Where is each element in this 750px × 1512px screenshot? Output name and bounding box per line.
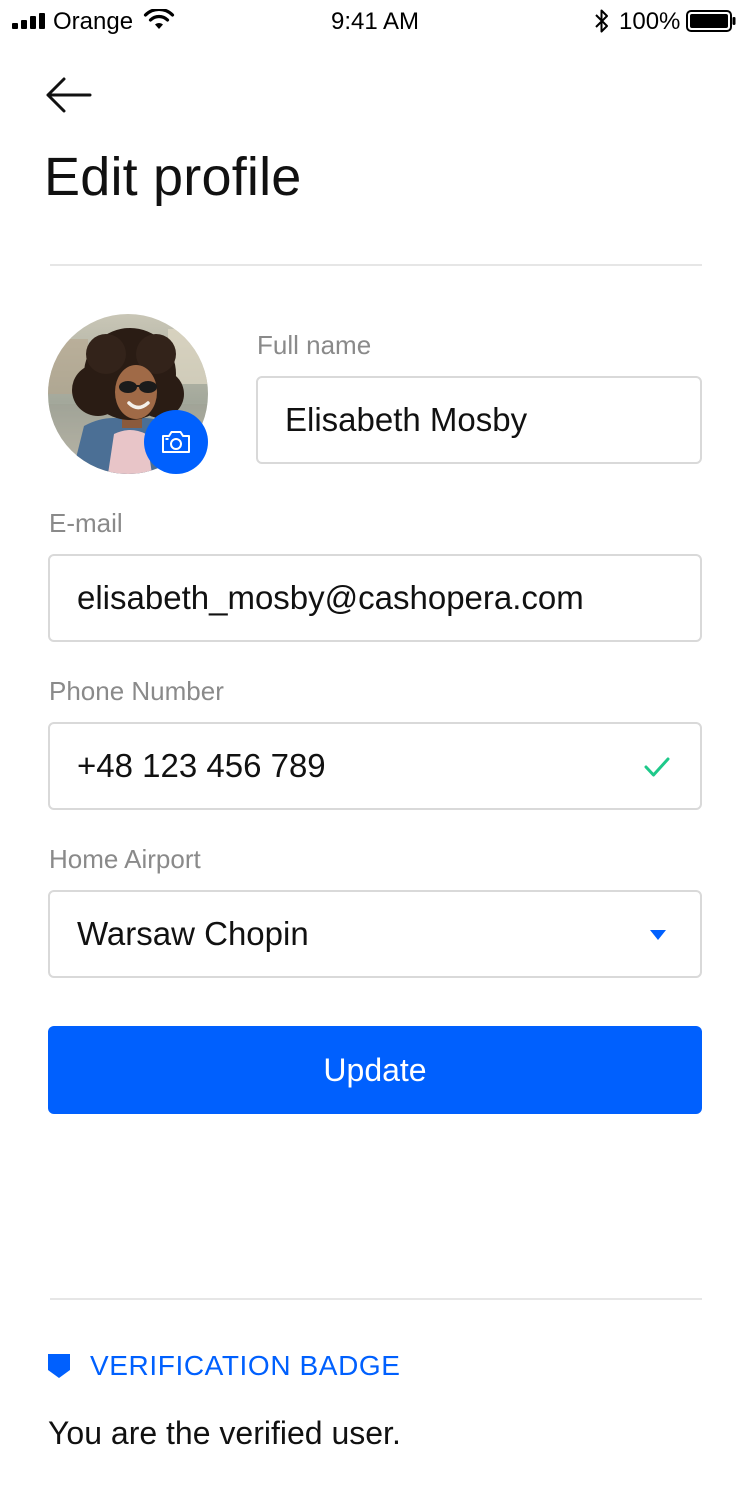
caret-down-icon [650, 930, 666, 940]
home-airport-select[interactable]: Warsaw Chopin [48, 890, 702, 978]
email-value: elisabeth_mosby@cashopera.com [77, 579, 584, 616]
change-photo-button[interactable] [144, 410, 208, 474]
status-bar: Orange 9:41 AM 100% [0, 0, 750, 42]
page-title: Edit profile [44, 147, 302, 207]
camera-icon [162, 431, 190, 453]
bluetooth-icon [595, 9, 608, 33]
verification-status-text: You are the verified user. [48, 1415, 401, 1451]
phone-label: Phone Number [49, 676, 224, 706]
email-input[interactable]: elisabeth_mosby@cashopera.com [48, 554, 702, 642]
home-airport-value: Warsaw Chopin [77, 915, 309, 952]
email-label: E-mail [49, 508, 123, 538]
full-name-value: Elisabeth Mosby [285, 401, 528, 438]
back-arrow-icon[interactable] [44, 74, 94, 116]
home-airport-label: Home Airport [49, 844, 201, 874]
battery-icon [686, 10, 736, 32]
header-divider [50, 264, 702, 266]
section-divider [50, 1298, 702, 1300]
phone-value: +48 123 456 789 [77, 747, 326, 784]
full-name-label: Full name [257, 330, 372, 360]
update-button[interactable]: Update [48, 1026, 702, 1114]
shield-badge-icon [48, 1354, 70, 1378]
phone-input[interactable]: +48 123 456 789 [48, 722, 702, 810]
verification-badge-title: VERIFICATION BADGE [90, 1350, 401, 1381]
battery-percentage: 100% [619, 8, 681, 35]
full-name-input[interactable]: Elisabeth Mosby [256, 376, 702, 464]
check-icon [644, 757, 670, 777]
